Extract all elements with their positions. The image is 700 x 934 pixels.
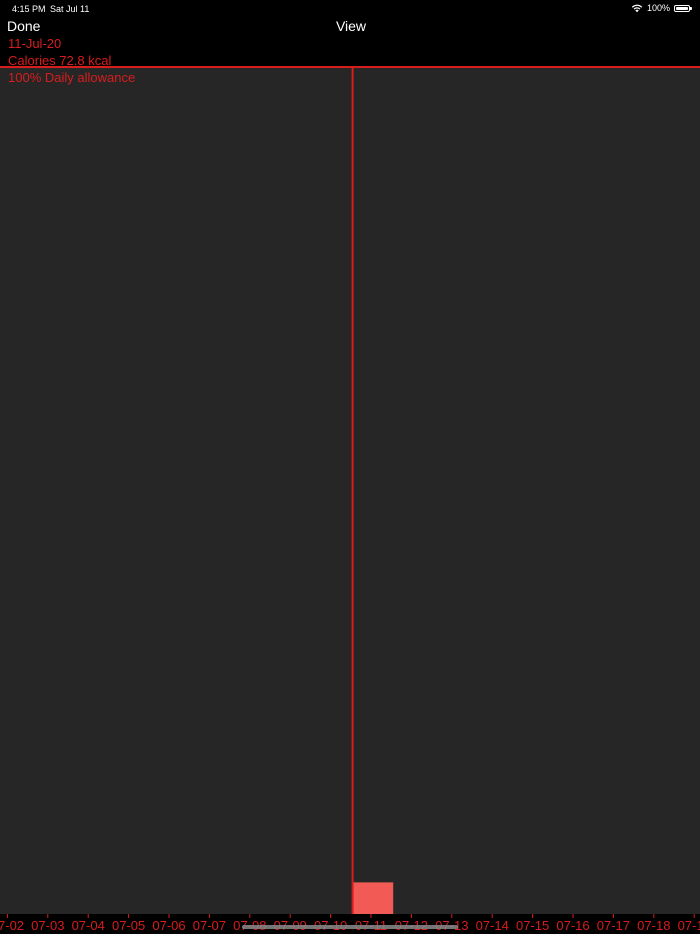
x-tick-label-07-04: 07-04 [72,918,105,933]
selected-date: 11-Jul-20 [8,36,62,51]
horizontal-scrollbar[interactable] [242,925,458,929]
screen: 4:15 PM Sat Jul 11 100% View Done 07-010… [0,0,700,934]
x-tick-label-07-18: 07-18 [637,918,670,933]
x-tick-label-07-03: 07-03 [31,918,64,933]
calories-chart: 07-0107-0207-0307-0407-0507-0607-0707-08… [0,67,700,933]
daily-allowance-label: 100% Daily allowance [8,70,136,85]
x-tick-label-07-17: 07-17 [597,918,630,933]
x-tick-label-07-02: 07-02 [0,918,24,933]
calories-value: Calories 72.8 kcal [8,53,112,68]
bar-07-11[interactable] [352,882,394,914]
x-tick-label-07-19: 07-19 [678,918,700,933]
x-tick-label-07-14: 07-14 [476,918,509,933]
x-tick-label-07-15: 07-15 [516,918,549,933]
x-tick-label-07-16: 07-16 [556,918,589,933]
x-tick-label-07-06: 07-06 [152,918,185,933]
x-tick-label-07-05: 07-05 [112,918,145,933]
x-tick-label-07-07: 07-07 [193,918,226,933]
